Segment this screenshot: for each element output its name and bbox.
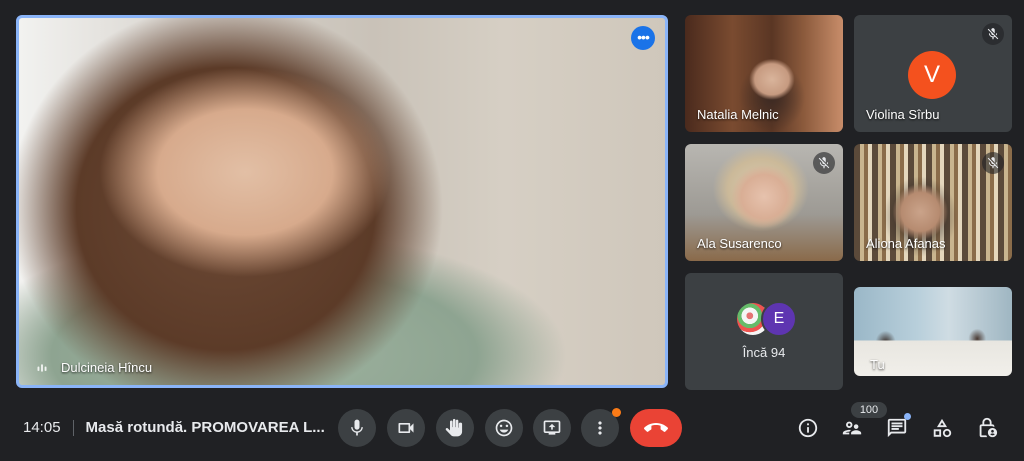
more-options-button[interactable] (581, 408, 621, 447)
reactions-button[interactable] (485, 409, 523, 447)
chat-icon (887, 418, 907, 438)
mic-icon (351, 419, 363, 436)
mic-off-icon (982, 23, 1004, 45)
meeting-info-button[interactable] (795, 415, 821, 441)
meeting-details: 14:05 Masă rotundă. PROMOVAREA L... (23, 419, 325, 436)
people-icon (842, 421, 862, 435)
divider (72, 419, 74, 436)
participants-button[interactable] (839, 415, 865, 441)
camera-button[interactable] (387, 409, 425, 447)
mic-off-icon (982, 152, 1004, 174)
activities-button[interactable] (929, 415, 955, 441)
participant-tile[interactable]: Ala Susarenco (685, 144, 843, 261)
avatar: V (908, 51, 956, 99)
participant-name: Tu (870, 357, 885, 372)
microphone-button[interactable] (338, 409, 376, 447)
avatar: E (761, 301, 797, 337)
participant-name: Aliona Afanas (866, 236, 946, 251)
meeting-title: Masă rotundă. PROMOVAREA L... (85, 419, 325, 436)
more-participants-tile[interactable]: E Încă 94 (685, 273, 843, 390)
present-screen-button[interactable] (533, 409, 571, 447)
participant-tile[interactable]: Aliona Afanas (854, 144, 1012, 261)
participant-name: Dulcineia Hîncu (61, 360, 153, 375)
main-speaker-tile[interactable]: ••• Dulcineia Hîncu (16, 15, 668, 388)
more-options-icon[interactable]: ••• (631, 26, 655, 50)
emoji-icon (495, 419, 513, 437)
video-camera-icon (398, 423, 414, 433)
participant-name: Ala Susarenco (697, 236, 782, 251)
audio-indicator-icon (37, 364, 47, 372)
hand-icon (445, 418, 463, 437)
mic-off-icon (813, 152, 835, 174)
more-vert-icon (598, 421, 602, 435)
self-view-tile[interactable]: Tu (854, 287, 1012, 376)
lock-person-icon (979, 417, 998, 438)
participant-tile[interactable]: Natalia Melnic (685, 15, 843, 132)
raise-hand-button[interactable] (436, 409, 474, 447)
participant-tile[interactable]: V Violina Sîrbu (854, 15, 1012, 132)
notification-dot (612, 408, 621, 417)
shapes-icon (933, 418, 952, 438)
notification-dot (904, 413, 911, 420)
leave-call-button[interactable] (630, 409, 682, 447)
participant-name: Violina Sîrbu (866, 107, 940, 122)
host-controls-button[interactable] (974, 415, 1000, 441)
chat-button[interactable] (884, 413, 911, 441)
clock: 14:05 (23, 419, 61, 436)
hangup-icon (644, 423, 668, 432)
present-icon (543, 420, 561, 435)
info-icon (798, 418, 818, 438)
more-participants-label: Încă 94 (742, 345, 786, 360)
participant-name: Natalia Melnic (697, 107, 779, 122)
